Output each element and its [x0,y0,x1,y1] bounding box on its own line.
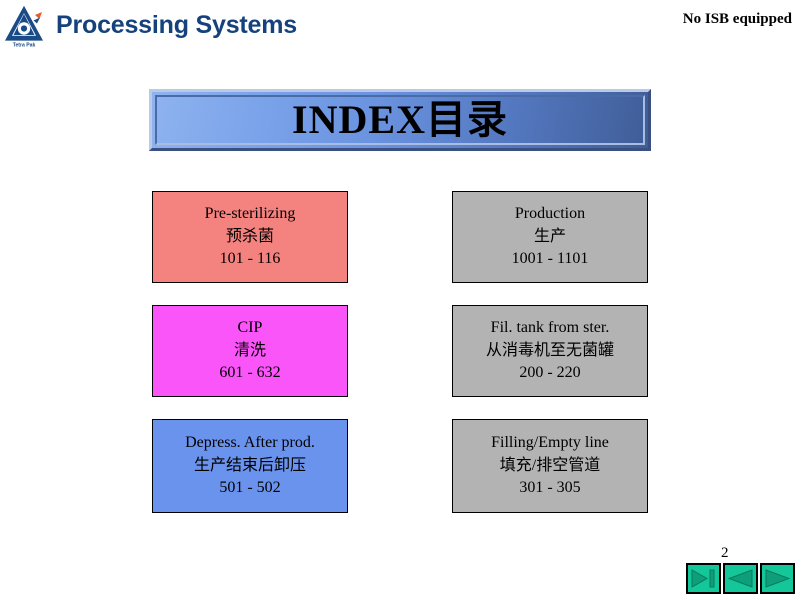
index-box-title-en: Pre-sterilizing [204,204,296,222]
index-box-title-zh: 从消毒机至无菌罐 [485,341,614,359]
index-box-title-en: CIP [237,318,263,336]
index-box-title-zh: 填充/排空管道 [499,456,601,474]
navigation-controls [686,563,795,594]
index-box-title-en: Production [514,204,586,222]
page-title: Processing Systems [56,11,297,39]
header-bar: Tetra Pak Processing Systems No ISB equi… [0,0,800,52]
index-box-title-zh: 生产结束后卸压 [193,456,306,474]
play-to-end-icon [691,569,716,588]
index-box-fil-tank-from-ster[interactable]: Fil. tank from ster. 从消毒机至无菌罐 200 - 220 [452,305,648,397]
index-box-title-en: Fil. tank from ster. [490,318,610,336]
triangle-right-icon [765,569,790,588]
next-button[interactable] [760,563,795,594]
index-box-production[interactable]: Production 生产 1001 - 1101 [452,191,648,283]
index-box-range: 301 - 305 [519,479,581,497]
index-box-range: 101 - 116 [219,250,281,268]
play-to-end-button[interactable] [686,563,721,594]
index-box-title-zh: 生产 [533,227,566,245]
index-box-range: 200 - 220 [519,364,581,382]
page-number: 2 [721,545,729,561]
index-title-banner: INDEX目录 [149,89,651,151]
previous-button[interactable] [723,563,758,594]
tetra-pak-wordmark: Tetra Pak [13,43,36,49]
index-box-cip[interactable]: CIP 清洗 601 - 632 [152,305,348,397]
triangle-left-icon [728,569,753,588]
equipment-note: No ISB equipped [682,11,792,27]
index-box-title-en: Filling/Empty line [491,433,609,451]
index-box-title-en: Depress. After prod. [185,433,315,451]
tetra-pak-logo: Tetra Pak [4,3,50,49]
index-box-depress-after-prod[interactable]: Depress. After prod. 生产结束后卸压 501 - 502 [152,419,348,513]
index-box-range: 501 - 502 [219,479,281,497]
index-box-range: 601 - 632 [219,364,281,382]
index-box-pre-sterilizing[interactable]: Pre-sterilizing 预杀菌 101 - 116 [152,191,348,283]
index-title-text: INDEX目录 [292,97,508,142]
index-box-title-zh: 预杀菌 [225,227,274,245]
index-box-filling-empty-line[interactable]: Filling/Empty line 填充/排空管道 301 - 305 [452,419,648,513]
index-title-banner-bevel: INDEX目录 [155,95,645,145]
index-box-title-zh: 清洗 [233,341,266,359]
index-box-range: 1001 - 1101 [511,250,589,268]
